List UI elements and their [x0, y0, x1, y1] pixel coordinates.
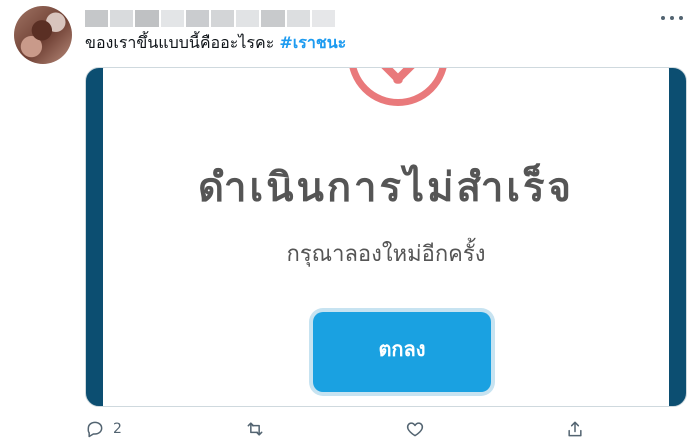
retweet-icon [247, 422, 263, 436]
error-icon [348, 68, 448, 106]
reply-count: 2 [113, 421, 122, 437]
ok-button: ตกลง [313, 312, 491, 392]
more-icon[interactable] [661, 13, 683, 23]
tweet-body: ของเราขึ้นแบบนี้คืออะไรคะ [85, 33, 275, 52]
hashtag-link[interactable]: #เราชนะ [279, 33, 346, 52]
tweet-text: ของเราขึ้นแบบนี้คืออะไรคะ #เราชนะ [85, 33, 346, 53]
retweet-button[interactable] [245, 414, 265, 444]
reply-icon [87, 421, 103, 438]
like-button[interactable] [405, 414, 425, 444]
tweet-actions: 2 [85, 414, 685, 444]
share-button[interactable] [565, 414, 585, 444]
error-dialog: ดำเนินการไม่สำเร็จ กรุณาลองใหม่อีกครั้ง … [103, 68, 669, 406]
avatar[interactable] [14, 6, 72, 64]
share-icon [568, 421, 582, 437]
dialog-message: กรุณาลองใหม่อีกครั้ง [286, 242, 486, 267]
like-icon [406, 422, 424, 437]
author-name-blurred[interactable] [85, 10, 336, 27]
reply-button[interactable]: 2 [85, 414, 122, 444]
tweet-image[interactable]: ดำเนินการไม่สำเร็จ กรุณาลองใหม่อีกครั้ง … [85, 67, 687, 407]
dialog-title: ดำเนินการไม่สำเร็จ [198, 165, 574, 211]
